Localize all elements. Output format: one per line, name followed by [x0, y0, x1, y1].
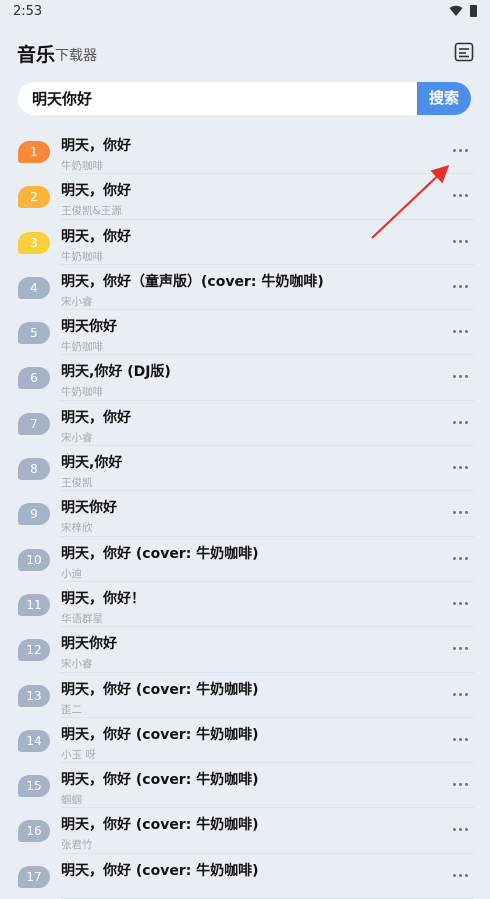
song-title: 明天,你好 (DJ版): [61, 364, 171, 381]
song-title: 明天，你好: [61, 138, 131, 154]
result-row[interactable]: 12 明天你好宋小睿: [0, 627, 490, 673]
rank-badge: 2: [18, 186, 50, 209]
song-title: 明天，你好 (cover: 牛奶咖啡): [61, 817, 259, 834]
song-title: 明天你好: [61, 319, 117, 336]
song-artist: 小玉 呀: [61, 748, 96, 761]
rank-badge: 10: [18, 548, 50, 571]
song-artist: 张君竹: [61, 839, 93, 852]
rank-badge: 7: [18, 412, 50, 435]
song-artist: 宋小睿: [61, 431, 93, 444]
result-row[interactable]: 7 明天，你好宋小睿: [0, 401, 490, 447]
rank-badge: 16: [18, 820, 50, 843]
rank-badge: 6: [18, 367, 50, 390]
rank-badge: 8: [18, 458, 50, 481]
search-button[interactable]: 搜索: [417, 82, 471, 115]
song-title: 明天，你好 (cover: 牛奶咖啡): [61, 862, 259, 879]
battery-icon: [470, 5, 477, 17]
result-row[interactable]: 16 明天，你好 (cover: 牛奶咖啡) 张君竹: [0, 808, 490, 854]
app-subtitle: 下载器: [55, 48, 97, 64]
rank-badge: 11: [18, 593, 50, 616]
song-artist: 牛奶咖啡: [61, 386, 103, 399]
more-options-icon[interactable]: [450, 821, 472, 837]
result-row[interactable]: 1 明天，你好牛奶咖啡: [0, 129, 490, 175]
rank-badge: 13: [18, 684, 50, 707]
more-options-icon[interactable]: [450, 550, 472, 566]
song-title: 明天，你好（童声版）(cover: 牛奶咖啡): [61, 273, 324, 290]
song-title: 明天，你好: [61, 409, 131, 426]
result-row[interactable]: 10 明天，你好 (cover: 牛奶咖啡) 小迪: [0, 537, 490, 582]
song-artist: 牛奶咖啡: [61, 160, 103, 172]
more-options-icon[interactable]: [450, 731, 472, 747]
song-artist: 蝈蝈: [61, 794, 82, 807]
song-artist: 歪二: [61, 703, 82, 716]
song-artist: 宋小睿: [61, 295, 93, 308]
rank-badge: 12: [18, 639, 50, 662]
song-title: 明天，你好 (cover: 牛奶咖啡): [61, 681, 259, 698]
song-artist: 王俊凯&王源: [61, 205, 122, 218]
more-options-icon[interactable]: [450, 776, 472, 792]
song-artist: 华语群星: [61, 612, 103, 625]
status-bar: 2:53: [0, 0, 490, 24]
more-options-icon[interactable]: [450, 640, 472, 656]
app-header: 音乐 下载器: [0, 34, 490, 70]
song-title: 明天,你好: [61, 455, 123, 472]
result-row[interactable]: 8 明天,你好王俊凯: [0, 446, 490, 492]
result-row[interactable]: 5 明天你好牛奶咖啡: [0, 310, 490, 356]
song-artist: 宋梓欣: [61, 522, 93, 535]
result-row[interactable]: 17 明天，你好 (cover: 牛奶咖啡): [0, 854, 490, 899]
more-options-icon[interactable]: [450, 414, 472, 430]
result-row[interactable]: 15 明天，你好 (cover: 牛奶咖啡) 蝈蝈: [0, 763, 490, 809]
app-title: 音乐: [17, 44, 56, 66]
more-options-icon[interactable]: [450, 595, 472, 611]
status-time: 2:53: [13, 4, 43, 19]
rank-badge: 1: [18, 141, 50, 163]
more-options-icon[interactable]: [450, 459, 472, 475]
rank-badge: 5: [18, 322, 50, 345]
more-options-icon[interactable]: [450, 504, 472, 520]
song-title: 明天，你好: [61, 183, 131, 200]
rank-badge: 17: [18, 865, 50, 888]
more-options-icon[interactable]: [450, 278, 472, 294]
results-list: 1 明天，你好 牛奶咖啡 2 明天，你好 王俊凯&王源 3 明天，你好 牛奶咖啡 4 明天，你好（童…: [0, 129, 490, 899]
song-title: 明天，你好！: [61, 590, 145, 607]
more-options-icon[interactable]: [450, 867, 472, 883]
song-artist: 牛奶咖啡: [61, 341, 103, 354]
song-artist: 小迪: [61, 567, 82, 580]
result-row[interactable]: 9 明天你好宋梓欣: [0, 491, 490, 537]
result-row[interactable]: 14 明天，你好 (cover: 牛奶咖啡) 小玉 呀: [0, 718, 490, 764]
more-options-icon[interactable]: [450, 368, 472, 384]
more-options-icon[interactable]: [450, 233, 472, 249]
more-options-icon[interactable]: [450, 686, 472, 702]
song-title: 明天你好: [61, 636, 117, 653]
download-list-icon[interactable]: [453, 41, 475, 63]
wifi-icon: [449, 5, 463, 17]
result-row[interactable]: 3 明天，你好牛奶咖啡: [0, 220, 490, 265]
search-input[interactable]: [18, 82, 422, 115]
result-row[interactable]: 11 明天，你好！ 华语群星: [0, 582, 490, 628]
rank-badge: 4: [18, 276, 50, 299]
rank-badge: 9: [18, 503, 50, 526]
song-title: 明天，你好 (cover: 牛奶咖啡): [61, 545, 259, 562]
result-row[interactable]: 2 明天，你好王俊凯&王源: [0, 174, 490, 220]
result-row[interactable]: 4 明天，你好（童声版）(cover: 牛奶咖啡) 宋小睿: [0, 265, 490, 311]
result-row[interactable]: 13 明天，你好 (cover: 牛奶咖啡) 歪二: [0, 673, 490, 718]
rank-badge: 15: [18, 775, 50, 798]
search-bar: 搜索: [18, 82, 471, 115]
rank-badge: 14: [18, 729, 50, 752]
song-title: 明天，你好 (cover: 牛奶咖啡): [61, 772, 259, 789]
song-title: 明天，你好 (cover: 牛奶咖啡): [61, 726, 259, 743]
more-options-icon[interactable]: [450, 323, 472, 339]
result-row[interactable]: 6 明天,你好 (DJ版) 牛奶咖啡: [0, 355, 490, 401]
song-title: 明天，你好: [61, 228, 131, 245]
song-title: 明天你好: [61, 500, 117, 517]
song-artist: 王俊凯: [61, 477, 93, 490]
more-options-icon[interactable]: [450, 142, 472, 158]
song-artist: 牛奶咖啡: [61, 250, 103, 263]
more-options-icon[interactable]: [450, 187, 472, 203]
song-artist: 宋小睿: [61, 658, 93, 671]
rank-badge: 3: [18, 231, 50, 254]
